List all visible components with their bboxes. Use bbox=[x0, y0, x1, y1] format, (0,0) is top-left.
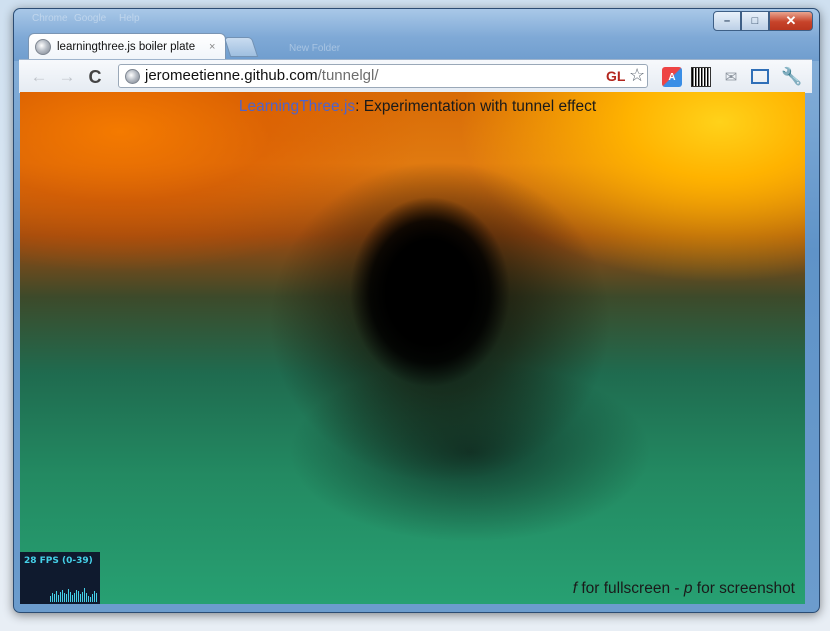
fps-graph-bar bbox=[70, 592, 71, 602]
maximize-button[interactable]: □ bbox=[741, 11, 769, 31]
window-controls: – □ ✕ bbox=[713, 11, 813, 31]
fps-graph-bar bbox=[50, 596, 51, 602]
address-bar[interactable]: jeromeetienne.github.com/tunnelgl/ GL ☆ bbox=[118, 64, 648, 88]
wrench-icon[interactable]: 🔧 bbox=[781, 67, 803, 87]
translate-icon[interactable]: A bbox=[662, 67, 682, 87]
mail-icon[interactable]: ✉ bbox=[721, 67, 741, 87]
fps-graph-bar bbox=[52, 593, 53, 602]
globe-icon bbox=[35, 38, 51, 55]
fps-graph-bar bbox=[72, 595, 73, 602]
hint-text-f: for fullscreen - bbox=[577, 580, 684, 597]
fps-graph-bar bbox=[56, 591, 57, 602]
fps-graph-bar bbox=[64, 593, 65, 602]
url-text[interactable]: jeromeetienne.github.com/tunnelgl/ bbox=[145, 67, 379, 85]
close-icon: ✕ bbox=[785, 13, 797, 28]
keyboard-hint: f for fullscreen - p for screenshot bbox=[573, 580, 795, 598]
webgl-badge[interactable]: GL bbox=[606, 68, 625, 84]
hint-text-p: for screenshot bbox=[692, 580, 795, 597]
fps-graph-bar bbox=[54, 594, 55, 602]
fps-graph-bar bbox=[96, 593, 97, 602]
back-button[interactable]: ← bbox=[29, 67, 49, 87]
screenshot-icon[interactable] bbox=[751, 69, 769, 84]
fps-graph-bar bbox=[78, 591, 79, 602]
ghost-title-text: Help bbox=[119, 13, 140, 24]
fps-graph-bar bbox=[88, 596, 89, 602]
page-title: LearningThree.js: Experimentation with t… bbox=[20, 98, 805, 116]
fps-meter[interactable]: 28 FPS (0-39) bbox=[20, 552, 100, 604]
qr-code-icon[interactable] bbox=[691, 67, 711, 87]
webgl-canvas[interactable]: LearningThree.js: Experimentation with t… bbox=[20, 92, 805, 604]
mail-glyph: ✉ bbox=[724, 69, 738, 86]
translate-glyph: A bbox=[668, 71, 676, 83]
url-path: /tunnelgl/ bbox=[317, 67, 379, 84]
url-host: jeromeetienne.github.com bbox=[145, 67, 318, 84]
fps-graph-bar bbox=[66, 594, 67, 602]
bookmark-star-icon[interactable]: ☆ bbox=[629, 65, 645, 86]
fps-graph-bar bbox=[92, 594, 93, 602]
toolbar: ← → C jeromeetienne.github.com/tunnelgl/… bbox=[19, 59, 812, 93]
fps-graph-bar bbox=[76, 590, 77, 602]
reload-icon: C bbox=[88, 66, 102, 87]
learningthree-link[interactable]: LearningThree.js bbox=[239, 98, 355, 115]
tab-active[interactable]: learningthree.js boiler plate × bbox=[28, 33, 226, 59]
wrench-glyph: 🔧 bbox=[781, 67, 803, 86]
fps-graph-bar bbox=[86, 593, 87, 602]
minimize-button[interactable]: – bbox=[713, 11, 741, 31]
fps-graph-bar bbox=[74, 593, 75, 602]
fps-label: 28 FPS (0-39) bbox=[24, 556, 93, 566]
forward-button[interactable]: → bbox=[57, 67, 77, 87]
fps-graph-bar bbox=[84, 588, 85, 602]
fps-graph-bar bbox=[68, 589, 69, 602]
fps-graph-bar bbox=[94, 591, 95, 602]
forward-arrow-icon: → bbox=[58, 67, 76, 86]
fps-graph-bar bbox=[82, 592, 83, 602]
new-tab-button[interactable] bbox=[223, 37, 259, 57]
page-title-text: : Experimentation with tunnel effect bbox=[355, 98, 597, 115]
fps-graph-bar bbox=[62, 590, 63, 602]
fps-graph bbox=[50, 584, 98, 602]
ghost-title-text: Google bbox=[74, 13, 107, 24]
fps-graph-bar bbox=[58, 595, 59, 602]
fps-graph-bar bbox=[60, 592, 61, 602]
tab-close-icon[interactable]: × bbox=[209, 41, 215, 53]
ghost-title-text: New Folder bbox=[289, 43, 341, 54]
close-window-button[interactable]: ✕ bbox=[769, 11, 813, 31]
tab-title: learningthree.js boiler plate bbox=[57, 40, 196, 53]
reload-button[interactable]: C bbox=[85, 67, 105, 87]
ghost-title-text: Chrome bbox=[32, 13, 68, 24]
maximize-icon: □ bbox=[751, 15, 759, 27]
globe-icon bbox=[125, 69, 140, 84]
fps-graph-bar bbox=[80, 594, 81, 602]
fps-graph-bar bbox=[90, 597, 91, 602]
back-arrow-icon: ← bbox=[30, 67, 48, 86]
window-frame: Chrome Google Help New Folder – □ ✕ lear… bbox=[14, 9, 819, 61]
minimize-icon: – bbox=[723, 15, 731, 27]
